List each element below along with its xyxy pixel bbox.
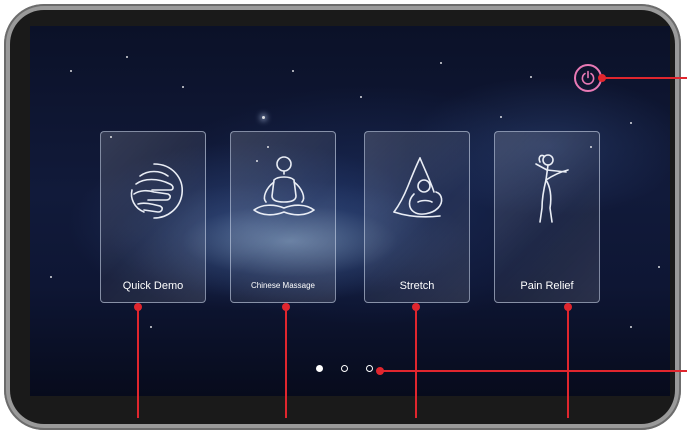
leader-line-page-indicator (380, 370, 687, 372)
hand-wave-icon (130, 163, 183, 219)
meditation-pose-icon (253, 156, 315, 216)
leader-pin-pain-relief (564, 303, 572, 311)
page-indicator-dot[interactable] (341, 365, 348, 372)
leader-line-stretch (415, 307, 417, 418)
leader-line-chinese-massage (285, 307, 287, 418)
stretch-pose-icon (393, 157, 443, 218)
mode-card-label: Pain Relief (520, 280, 574, 292)
mode-card-label: Quick Demo (122, 280, 184, 292)
kick-pose-icon (535, 154, 569, 223)
mode-card-label: Stretch (399, 280, 435, 292)
leader-pin-power (598, 74, 606, 82)
page-indicator-dot[interactable] (366, 365, 373, 372)
mode-card-label: Chinese Massage (250, 281, 316, 290)
leader-pin-stretch (412, 303, 420, 311)
leader-line-power (602, 77, 687, 79)
leader-pin-chinese-massage (282, 303, 290, 311)
leader-line-pain-relief (567, 307, 569, 418)
leader-pin-page-indicator (376, 367, 384, 375)
mode-card-pain-relief[interactable]: Pain Relief (494, 131, 600, 303)
page-indicator-dot-active[interactable] (316, 365, 323, 372)
leader-pin-quick-demo (134, 303, 142, 311)
mode-card-chinese-massage[interactable]: Chinese Massage (230, 131, 336, 303)
power-icon (581, 70, 595, 85)
leader-line-quick-demo (137, 307, 139, 418)
mode-card-stretch[interactable]: Stretch (364, 131, 470, 303)
mode-card-quick-demo[interactable]: Quick Demo (100, 131, 206, 303)
